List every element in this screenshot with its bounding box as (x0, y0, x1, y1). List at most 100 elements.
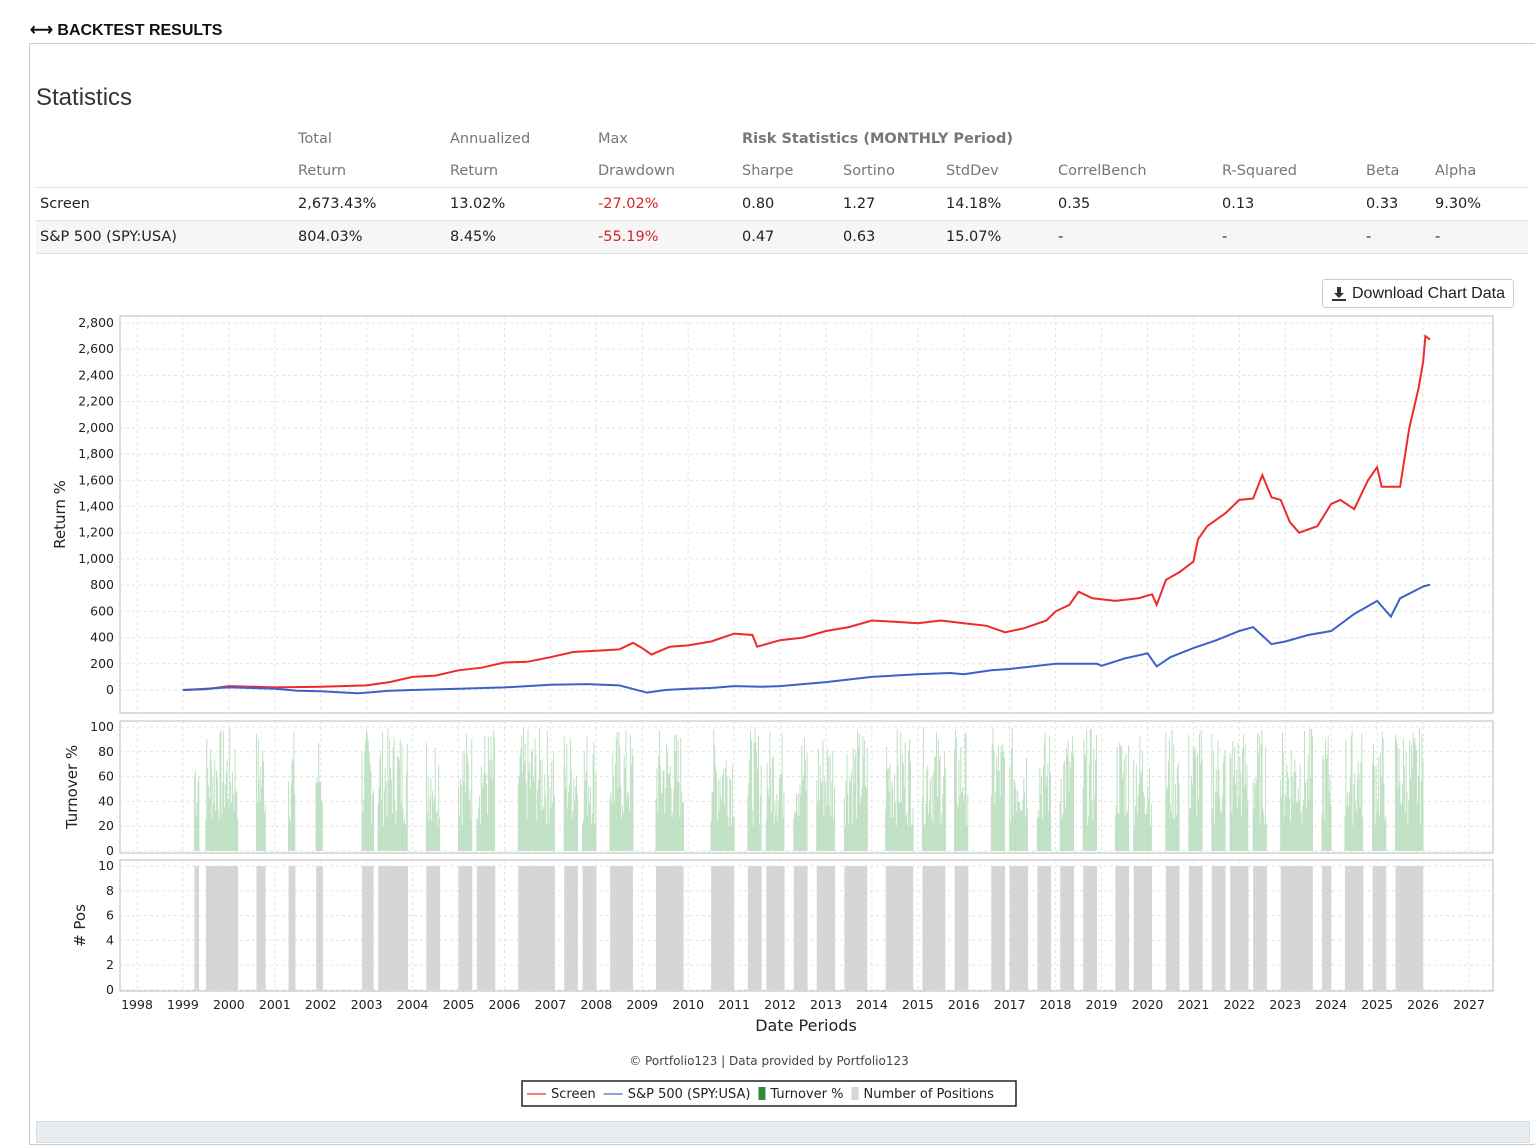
x-tick-label: 2006 (489, 997, 521, 1012)
positions-bar (1188, 866, 1203, 990)
legend-label: Turnover % (769, 1087, 843, 1102)
positions-bar (1211, 866, 1226, 990)
legend-swatch (758, 1087, 766, 1100)
positions-bar (205, 866, 239, 990)
positions-bar (378, 866, 408, 990)
positions-bar (610, 866, 634, 990)
positions-bar (816, 866, 836, 990)
x-tick-label: 2022 (1223, 997, 1255, 1012)
y-axis-label: Return % (51, 480, 69, 549)
x-tick-label: 2024 (1315, 997, 1347, 1012)
y-tick-label: 600 (90, 603, 114, 618)
positions-bar (844, 866, 868, 990)
positions-bar (954, 866, 969, 990)
x-tick-label: 2005 (443, 997, 475, 1012)
x-tick-label: 2013 (810, 997, 842, 1012)
x-tick-label: 2002 (305, 997, 337, 1012)
x-tick-label: 2003 (351, 997, 383, 1012)
positions-bar (1395, 866, 1424, 990)
positions-bar (766, 866, 785, 990)
x-axis-label: Date Periods (755, 1016, 857, 1035)
x-tick-label: 2018 (1040, 997, 1072, 1012)
y-tick-label: 100 (90, 719, 114, 734)
x-tick-label: 2014 (856, 997, 888, 1012)
positions-bar (1115, 866, 1130, 990)
y-tick-label: 2,200 (78, 394, 114, 409)
y-tick-label: 0 (106, 982, 114, 997)
positions-bar (582, 866, 597, 990)
positions-bar (1372, 866, 1387, 990)
x-tick-label: 1999 (167, 997, 199, 1012)
positions-bar (458, 866, 473, 990)
y-tick-label: 800 (90, 577, 114, 592)
positions-bar (1322, 866, 1332, 990)
positions-bar (991, 866, 1006, 990)
x-tick-label: 1998 (121, 997, 153, 1012)
y-axis-label: Turnover % (63, 745, 81, 830)
y-tick-label: 0 (106, 682, 114, 697)
footer-bar (36, 1121, 1530, 1143)
y-tick-label: 2,800 (78, 315, 114, 330)
y-tick-label: 1,400 (78, 499, 114, 514)
positions-bar (656, 866, 684, 990)
y-tick-label: 1,200 (78, 525, 114, 540)
y-tick-label: 20 (98, 818, 114, 833)
y-tick-label: 2,600 (78, 341, 114, 356)
x-tick-label: 2008 (580, 997, 612, 1012)
y-tick-label: 2 (106, 957, 114, 972)
x-tick-label: 2019 (1086, 997, 1118, 1012)
x-tick-label: 2020 (1132, 997, 1164, 1012)
y-tick-label: 200 (90, 656, 114, 671)
positions-bar (885, 866, 914, 990)
y-tick-label: 2,000 (78, 420, 114, 435)
y-tick-label: 4 (106, 932, 114, 947)
y-tick-label: 80 (98, 744, 114, 759)
x-tick-label: 2000 (213, 997, 245, 1012)
y-tick-label: 60 (98, 769, 114, 784)
positions-bar (1165, 866, 1180, 990)
x-tick-label: 2015 (902, 997, 934, 1012)
y-tick-label: 1,600 (78, 472, 114, 487)
chart-credit: © Portfolio123 | Data provided by Portfo… (629, 1054, 909, 1068)
y-tick-label: 8 (106, 883, 114, 898)
positions-bar (1253, 866, 1267, 990)
legend-swatch (851, 1087, 859, 1100)
x-tick-label: 2023 (1269, 997, 1301, 1012)
y-tick-label: 10 (98, 858, 114, 873)
x-tick-label: 2011 (718, 997, 750, 1012)
positions-bar (316, 866, 324, 990)
positions-bar (1230, 866, 1249, 990)
y-tick-label: 1,800 (78, 446, 114, 461)
positions-bar (256, 866, 266, 990)
y-axis-label: # Pos (71, 904, 89, 947)
x-tick-label: 2012 (764, 997, 796, 1012)
y-tick-label: 40 (98, 793, 114, 808)
x-tick-label: 2004 (397, 997, 429, 1012)
positions-bar (747, 866, 762, 990)
positions-bar (1009, 866, 1029, 990)
positions-bar (711, 866, 735, 990)
positions-bar (1344, 866, 1364, 990)
backtest-chart: 02004006008001,0001,2001,4001,6001,8002,… (51, 315, 1494, 1107)
positions-bar (922, 866, 946, 990)
x-tick-label: 2016 (948, 997, 980, 1012)
y-tick-label: 6 (106, 908, 114, 923)
positions-bar (362, 866, 374, 990)
x-tick-label: 2009 (626, 997, 658, 1012)
y-tick-label: 2,400 (78, 367, 114, 382)
legend-label: Screen (551, 1087, 596, 1102)
x-tick-label: 2001 (259, 997, 291, 1012)
x-tick-label: 2026 (1407, 997, 1439, 1012)
x-tick-label: 2027 (1453, 997, 1485, 1012)
y-tick-label: 1,000 (78, 551, 114, 566)
legend-label: Number of Positions (864, 1087, 995, 1102)
positions-bar (194, 866, 200, 990)
positions-bar (793, 866, 808, 990)
legend-label: S&P 500 (SPY:USA) (628, 1087, 751, 1102)
x-tick-label: 2021 (1178, 997, 1210, 1012)
x-tick-label: 2025 (1361, 997, 1393, 1012)
y-tick-label: 400 (90, 630, 114, 645)
positions-bar (1083, 866, 1097, 990)
positions-bar (1280, 866, 1313, 990)
x-tick-label: 2010 (672, 997, 704, 1012)
